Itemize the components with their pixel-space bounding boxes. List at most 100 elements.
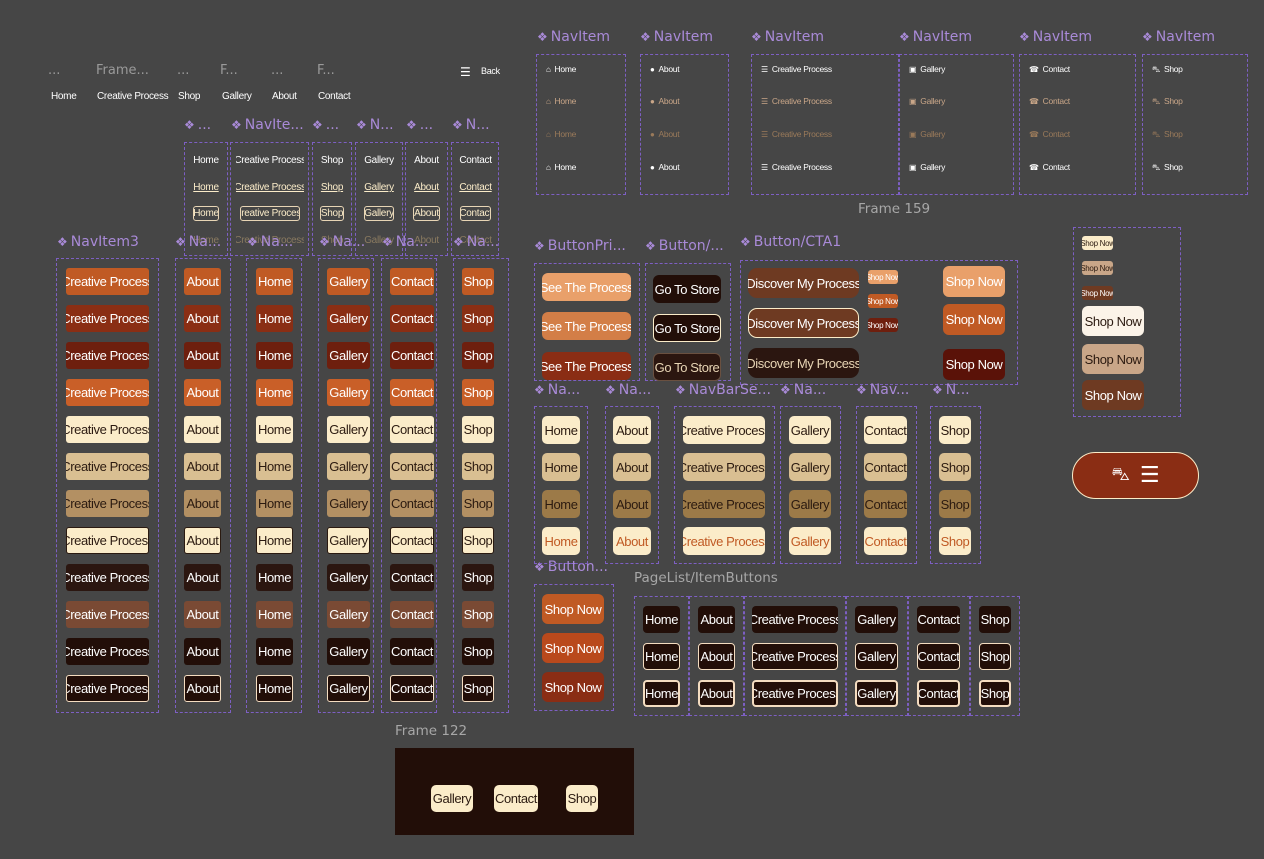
navitem-contact[interactable]: ☎ Contact [1029,129,1070,139]
navitem3-home[interactable]: Home [256,342,293,369]
shop-now-button[interactable]: Shop Now [542,672,604,702]
frame-122-gallery[interactable]: Gallery [431,785,473,812]
hamburger-icon[interactable]: ☰ [1140,463,1160,488]
navite-contact[interactable]: Contact [457,180,494,195]
discover-my-process-button[interactable]: Discover My Process [748,268,859,298]
discover-my-process-button[interactable]: Discover My Process [748,348,859,378]
navitem3-creative-process[interactable]: Creative Process [66,268,149,295]
navbar-creative-process[interactable]: Creative Process [683,416,765,444]
navitem3-contact[interactable]: Contact [390,675,434,702]
shop-now-button[interactable]: Shop Now [868,270,898,284]
navite-creative-process[interactable]: Creative Process [236,153,304,168]
navitem-about[interactable]: ● About [650,162,680,172]
navitem-shop[interactable]: ⛍ Shop [1152,129,1183,140]
navitem3-about[interactable]: About [184,305,221,332]
navitem3-gallery[interactable]: Gallery [327,638,370,665]
navitem-creative-process[interactable]: ☰ Creative Process [761,162,832,172]
navitem3-about[interactable]: About [184,638,221,665]
navite-creative-process[interactable]: Creative Process [236,180,304,195]
shop-now-button[interactable]: Shop Now [943,349,1005,380]
navitem3-about[interactable]: About [184,527,221,554]
navitem3-home[interactable]: Home [256,675,293,702]
see-the-process-button[interactable]: See The Process [542,273,631,301]
navitem3-contact[interactable]: Contact [390,342,434,369]
navite-about[interactable]: About [413,206,440,221]
navbar-creative-process[interactable]: Creative Process [683,490,765,518]
shop-now-button[interactable]: Shop Now [943,266,1005,297]
navitem3-creative-process[interactable]: Creative Process [66,601,149,628]
navitem-home[interactable]: ⌂ Home [546,129,576,139]
navite-creative-process[interactable]: Creative Process [240,206,300,221]
navitem3-gallery[interactable]: Gallery [327,490,370,517]
navitem3-creative-process[interactable]: Creative Process [66,342,149,369]
navitem3-about[interactable]: About [184,601,221,628]
navitem-gallery[interactable]: ▣ Gallery [909,64,945,74]
navitem3-contact[interactable]: Contact [390,564,434,591]
pagelist-about[interactable]: About [698,643,735,670]
navitem3-about[interactable]: About [184,268,221,295]
shop-now-button[interactable]: Shop Now [1082,380,1144,410]
navitem-shop[interactable]: ⛍ Shop [1152,96,1183,107]
pagelist-gallery[interactable]: Gallery [855,606,898,633]
navitem-home[interactable]: ⌂ Home [546,64,576,74]
navitem3-creative-process[interactable]: Creative Process [66,675,149,702]
pagelist-about[interactable]: About [698,606,735,633]
back-link[interactable]: Back [481,66,500,76]
pagelist-contact[interactable]: Contact [917,643,960,670]
navitem3-home[interactable]: Home [256,416,293,443]
navitem3-home[interactable]: Home [256,490,293,517]
navbar-about[interactable]: About [613,416,651,444]
navitem3-home[interactable]: Home [256,601,293,628]
navitem3-home[interactable]: Home [256,379,293,406]
navitem3-contact[interactable]: Contact [390,379,434,406]
navitem3-home[interactable]: Home [256,305,293,332]
navitem3-about[interactable]: About [184,490,221,517]
pagelist-home[interactable]: Home [643,606,680,633]
see-the-process-button[interactable]: See The Process [542,312,631,340]
shop-now-button[interactable]: Shop Now [1082,261,1113,275]
shop-now-button[interactable]: Shop Now [542,594,604,624]
pagelist-shop[interactable]: Shop [979,643,1011,670]
top-nav-gallery[interactable]: Gallery [222,91,252,102]
frame-122-contact[interactable]: Contact [494,785,538,812]
navitem3-creative-process[interactable]: Creative Process [66,379,149,406]
navitem-contact[interactable]: ☎ Contact [1029,162,1070,172]
navitem3-about[interactable]: About [184,453,221,480]
navite-about[interactable]: About [410,153,443,168]
navitem-gallery[interactable]: ▣ Gallery [909,96,945,106]
navite-gallery[interactable]: Gallery [361,153,397,168]
shop-now-button[interactable]: Shop Now [1082,306,1144,336]
navitem3-contact[interactable]: Contact [390,490,434,517]
navitem-contact[interactable]: ☎ Contact [1029,96,1070,106]
hamburger-icon[interactable]: ☰ [460,65,471,79]
go-to-store-button[interactable]: Go To Store [653,314,721,342]
navitem3-creative-process[interactable]: Creative Process [66,527,149,554]
navitem3-creative-process[interactable]: Creative Process [66,453,149,480]
navitem3-creative-process[interactable]: Creative Process [66,490,149,517]
navbar-about[interactable]: About [613,527,651,555]
navitem3-shop[interactable]: Shop [462,416,494,443]
see-the-process-button[interactable]: See The Process [542,352,631,380]
navitem-home[interactable]: ⌂ Home [546,162,576,172]
navbar-about[interactable]: About [613,490,651,518]
navitem3-gallery[interactable]: Gallery [327,268,370,295]
top-nav-home[interactable]: Home [51,91,77,102]
navitem3-gallery[interactable]: Gallery [327,416,370,443]
navitem3-shop[interactable]: Shop [462,268,494,295]
navitem3-about[interactable]: About [184,379,221,406]
pagelist-contact[interactable]: Contact [917,680,960,707]
pagelist-contact[interactable]: Contact [917,606,960,633]
navitem-about[interactable]: ● About [650,96,680,106]
shop-now-button[interactable]: Shop Now [1082,236,1113,250]
navitem3-creative-process[interactable]: Creative Process [66,305,149,332]
navbar-home[interactable]: Home [542,416,580,444]
navbar-about[interactable]: About [613,453,651,481]
navitem3-shop[interactable]: Shop [462,564,494,591]
navitem3-shop[interactable]: Shop [462,527,494,554]
navitem3-contact[interactable]: Contact [390,601,434,628]
navitem-about[interactable]: ● About [650,129,680,139]
navbar-gallery[interactable]: Gallery [789,527,831,555]
navitem3-about[interactable]: About [184,564,221,591]
navite-home[interactable]: Home [190,153,222,168]
navite-gallery[interactable]: Gallery [364,206,394,221]
